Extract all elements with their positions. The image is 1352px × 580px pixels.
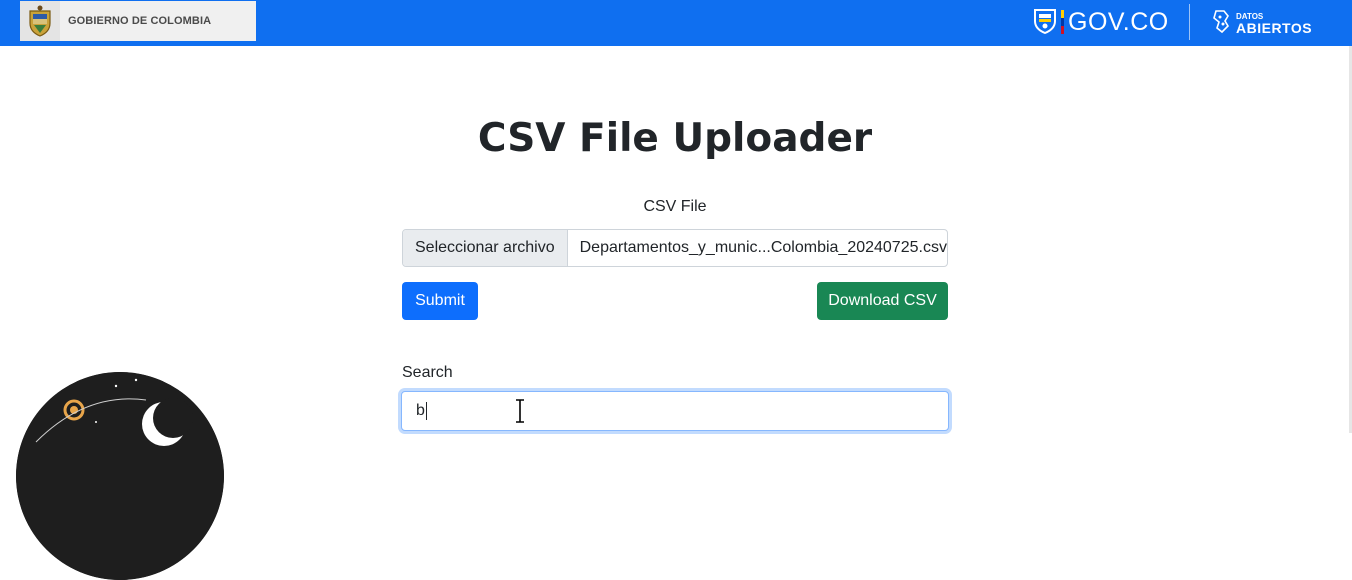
csv-file-input[interactable]: Seleccionar archivo Departamentos_y_muni… bbox=[402, 229, 948, 267]
download-csv-button[interactable]: Download CSV bbox=[817, 282, 948, 320]
search-input[interactable]: b bbox=[401, 391, 949, 431]
datos-big-label: ABIERTOS bbox=[1236, 19, 1313, 36]
datos-abiertos-text: DATOS ABIERTOS bbox=[1236, 12, 1313, 36]
text-caret bbox=[425, 402, 427, 420]
govco-link[interactable]: GOV.CO bbox=[1032, 6, 1169, 38]
selected-file-name: Departamentos_y_munic...Colombia_2024072… bbox=[579, 239, 947, 256]
gobierno-de-colombia-link[interactable]: GOBIERNO DE COLOMBIA bbox=[20, 1, 256, 41]
datos-abiertos-icon bbox=[1212, 8, 1232, 39]
govco-divider-mark bbox=[1061, 10, 1064, 34]
govco-crest-icon bbox=[1032, 6, 1058, 39]
gov-header-bar: GOBIERNO DE COLOMBIA GOV.CO DATOS ABIERT… bbox=[0, 0, 1352, 46]
decorative-moon-artwork bbox=[16, 372, 224, 580]
csv-file-label: CSV File bbox=[643, 198, 707, 215]
govco-label: GOV.CO bbox=[1068, 7, 1169, 36]
header-divider bbox=[1189, 4, 1190, 40]
datos-abiertos-link[interactable]: DATOS ABIERTOS bbox=[1212, 8, 1312, 39]
colombia-crest-icon bbox=[20, 1, 60, 41]
search-label: Search bbox=[402, 364, 453, 381]
gov-badge-label: GOBIERNO DE COLOMBIA bbox=[68, 15, 212, 27]
choose-file-button[interactable]: Seleccionar archivo bbox=[403, 230, 568, 266]
text-cursor-icon bbox=[516, 399, 524, 423]
submit-button[interactable]: Submit bbox=[402, 282, 478, 320]
search-input-value: b bbox=[416, 402, 425, 419]
page-title: CSV File Uploader bbox=[477, 116, 873, 161]
